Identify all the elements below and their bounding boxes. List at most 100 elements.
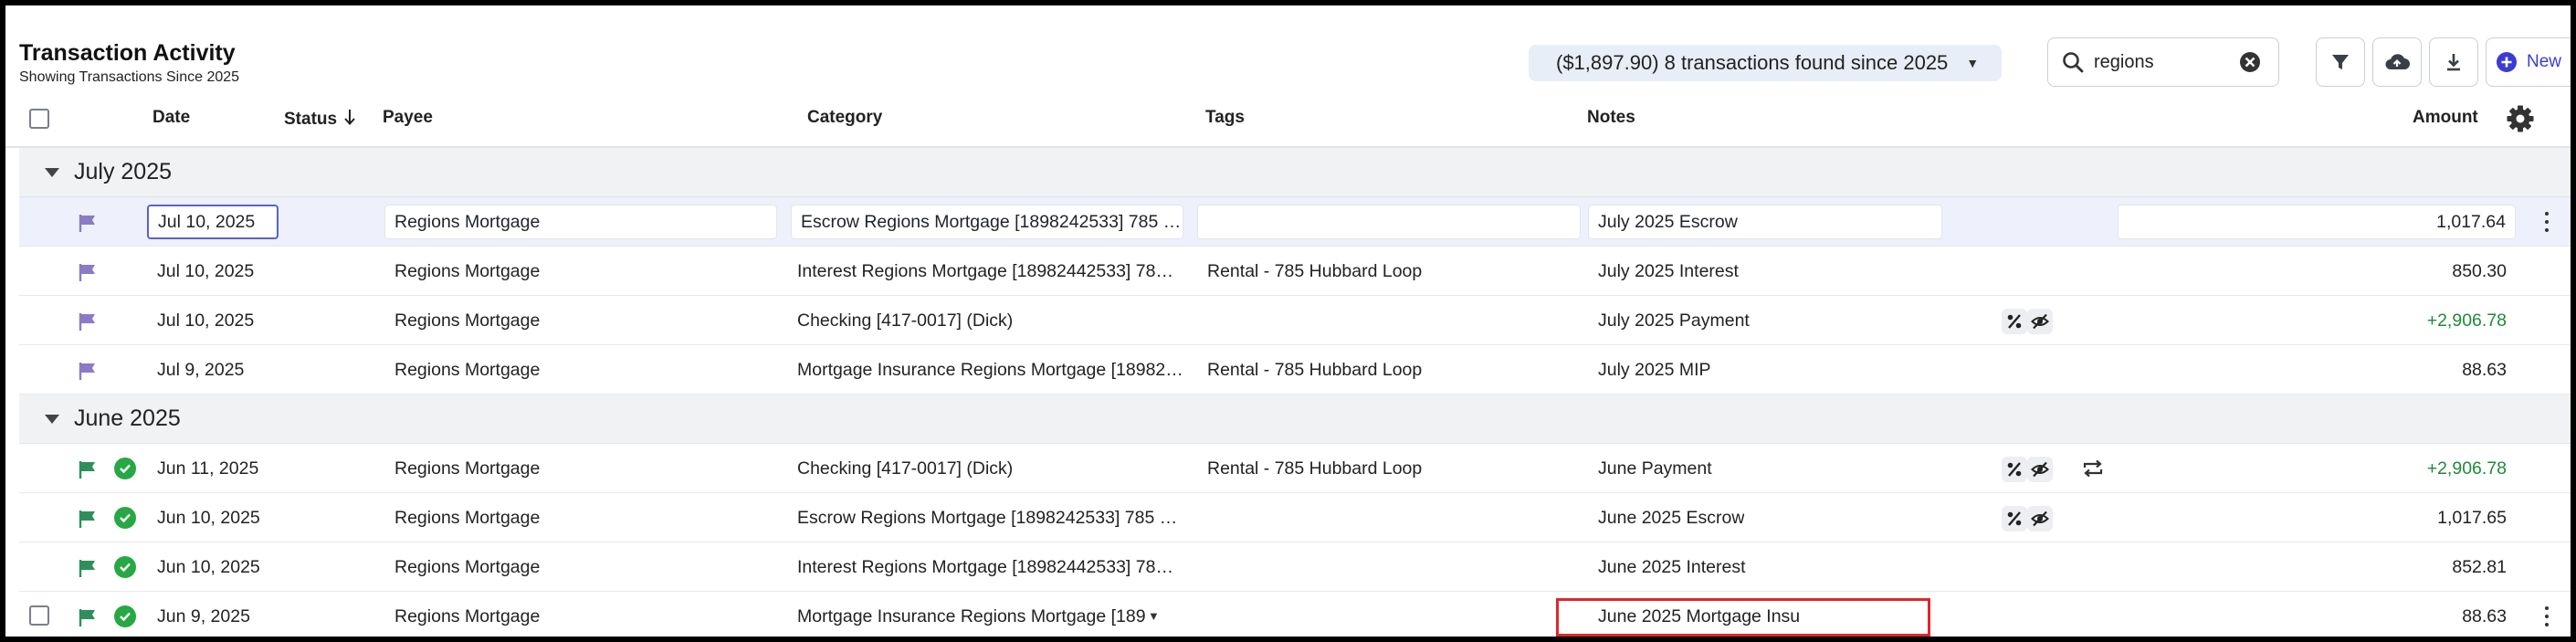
split-button[interactable] bbox=[2002, 506, 2027, 531]
table-row[interactable]: Jun 11, 2025 Regions Mortgage Checking [… bbox=[19, 444, 2571, 493]
table-row[interactable]: Jun 10, 2025 Regions Mortgage Escrow Reg… bbox=[19, 493, 2571, 542]
filter-icon bbox=[2332, 55, 2349, 69]
clear-search-icon[interactable] bbox=[2238, 50, 2262, 74]
upload-button[interactable] bbox=[2372, 37, 2422, 87]
column-header-category[interactable]: Category bbox=[807, 108, 882, 128]
payee-cell[interactable]: Regions Mortgage bbox=[394, 592, 540, 637]
table-row[interactable]: Jul 10, 2025 Regions Mortgage Checking [… bbox=[19, 296, 2571, 345]
filter-button[interactable] bbox=[2316, 37, 2365, 87]
flag-icon[interactable] bbox=[78, 459, 98, 479]
date-cell[interactable]: Jun 10, 2025 bbox=[157, 493, 260, 542]
payee-cell[interactable]: Regions Mortgage bbox=[394, 247, 540, 296]
category-cell[interactable]: Mortgage Insurance Regions Mortgage [189… bbox=[797, 345, 1181, 395]
amount-cell[interactable]: 1,017.65 bbox=[2211, 493, 2507, 542]
date-input[interactable]: Jul 10, 2025 bbox=[147, 205, 279, 239]
check-circle-icon[interactable] bbox=[114, 556, 136, 578]
notes-cell[interactable]: July 2025 Payment bbox=[1598, 296, 1750, 345]
table-row[interactable]: Jun 10, 2025 Regions Mortgage Interest R… bbox=[19, 542, 2571, 592]
split-button[interactable] bbox=[2002, 309, 2027, 334]
transaction-summary-dropdown[interactable]: ($1,897.90) 8 transactions found since 2… bbox=[1529, 45, 2002, 81]
hide-button[interactable] bbox=[2027, 457, 2053, 482]
category-cell[interactable]: Interest Regions Mortgage [18982442533] … bbox=[797, 542, 1181, 592]
notes-cell[interactable]: July 2025 MIP bbox=[1598, 345, 1711, 395]
category-dropdown-icon[interactable]: ▼ bbox=[1148, 609, 1160, 623]
column-header-payee[interactable]: Payee bbox=[383, 108, 433, 128]
table-row[interactable]: Jun 9, 2025 Regions Mortgage Mortgage In… bbox=[19, 592, 2571, 637]
payee-cell[interactable]: Regions Mortgage bbox=[394, 296, 540, 345]
notes-cell[interactable]: June Payment bbox=[1598, 444, 1712, 493]
split-button[interactable] bbox=[2002, 457, 2027, 482]
repeat-icon[interactable] bbox=[2081, 458, 2105, 479]
date-cell[interactable]: Jun 11, 2025 bbox=[157, 444, 258, 493]
column-header-notes[interactable]: Notes bbox=[1587, 108, 1635, 128]
column-header-amount[interactable]: Amount bbox=[2413, 108, 2478, 128]
category-cell[interactable]: Escrow Regions Mortgage [1898242533] 785… bbox=[797, 493, 1181, 542]
check-circle-icon[interactable] bbox=[114, 507, 136, 529]
category-cell[interactable]: Mortgage Insurance Regions Mortgage [189 bbox=[797, 592, 1155, 637]
flag-icon[interactable] bbox=[78, 558, 98, 578]
payee-cell[interactable]: Regions Mortgage bbox=[394, 345, 540, 395]
column-header-tags[interactable]: Tags bbox=[1205, 108, 1245, 128]
flag-icon[interactable] bbox=[78, 361, 98, 381]
flag-icon[interactable] bbox=[78, 509, 98, 529]
hide-button[interactable] bbox=[2027, 506, 2053, 531]
tags-cell[interactable]: Rental - 785 Hubbard Loop bbox=[1207, 444, 1422, 493]
tags-cell[interactable]: Rental - 785 Hubbard Loop bbox=[1207, 247, 1422, 296]
column-header-date[interactable]: Date bbox=[152, 108, 190, 128]
table-row[interactable]: Jul 10, 2025 Regions Mortgage Escrow Reg… bbox=[19, 197, 2571, 247]
tags-input[interactable] bbox=[1197, 205, 1581, 239]
payee-cell[interactable]: Regions Mortgage bbox=[394, 444, 540, 493]
caret-down-icon: ▼ bbox=[1966, 56, 1980, 70]
hide-button[interactable] bbox=[2027, 309, 2053, 334]
date-cell[interactable]: Jul 10, 2025 bbox=[157, 296, 254, 345]
date-cell[interactable]: Jul 9, 2025 bbox=[157, 345, 244, 395]
row-checkbox[interactable] bbox=[29, 605, 49, 626]
table-row[interactable]: Jul 9, 2025 Regions Mortgage Mortgage In… bbox=[19, 345, 2571, 395]
caret-down-icon bbox=[45, 168, 59, 177]
group-header-june-2025[interactable]: June 2025 bbox=[19, 395, 2571, 444]
date-cell[interactable]: Jun 9, 2025 bbox=[157, 592, 250, 637]
amount-cell[interactable]: 852.81 bbox=[2211, 542, 2507, 592]
category-cell[interactable]: Checking [417-0017] (Dick) bbox=[797, 444, 1181, 493]
flag-icon[interactable] bbox=[78, 607, 98, 627]
flag-icon[interactable] bbox=[78, 311, 98, 332]
column-header-status[interactable]: Status bbox=[284, 108, 356, 130]
notes-input[interactable]: July 2025 Escrow bbox=[1588, 205, 1942, 239]
search-icon bbox=[2063, 52, 2084, 73]
amount-cell[interactable]: 88.63 bbox=[2211, 592, 2507, 637]
percent-icon bbox=[2007, 511, 2022, 526]
caret-down-icon bbox=[45, 415, 59, 424]
check-circle-icon[interactable] bbox=[114, 605, 136, 627]
amount-cell[interactable]: +2,906.78 bbox=[2211, 296, 2507, 345]
amount-cell[interactable]: 88.63 bbox=[2211, 345, 2507, 395]
notes-cell[interactable]: July 2025 Interest bbox=[1598, 247, 1739, 296]
amount-cell[interactable]: 850.30 bbox=[2211, 247, 2507, 296]
category-input[interactable]: Escrow Regions Mortgage [1898242533] 785… bbox=[791, 205, 1183, 239]
new-transaction-button[interactable]: New bbox=[2486, 37, 2571, 87]
download-button[interactable] bbox=[2429, 37, 2478, 87]
category-cell[interactable]: Interest Regions Mortgage [18982442533] … bbox=[797, 247, 1181, 296]
notes-cell[interactable]: June 2025 Escrow bbox=[1598, 493, 1744, 542]
kebab-icon[interactable] bbox=[2536, 208, 2558, 236]
table-row[interactable]: Jul 10, 2025 Regions Mortgage Interest R… bbox=[19, 247, 2571, 296]
date-cell[interactable]: Jul 10, 2025 bbox=[157, 247, 254, 296]
group-header-july-2025[interactable]: July 2025 bbox=[19, 148, 2571, 197]
gear-icon[interactable] bbox=[2506, 104, 2535, 133]
payee-cell[interactable]: Regions Mortgage bbox=[394, 493, 540, 542]
payee-input[interactable]: Regions Mortgage bbox=[384, 205, 777, 239]
search-input[interactable] bbox=[2094, 51, 2231, 73]
flag-icon[interactable] bbox=[78, 262, 98, 282]
date-cell[interactable]: Jun 10, 2025 bbox=[157, 542, 260, 592]
select-all-checkbox[interactable] bbox=[29, 109, 49, 129]
cloud-upload-icon bbox=[2385, 54, 2410, 69]
payee-cell[interactable]: Regions Mortgage bbox=[394, 542, 540, 592]
tags-cell[interactable]: Rental - 785 Hubbard Loop bbox=[1207, 345, 1422, 395]
kebab-icon[interactable] bbox=[2536, 603, 2558, 630]
amount-input[interactable]: 1,017.64 bbox=[2118, 205, 2516, 239]
notes-cell[interactable]: June 2025 Interest bbox=[1598, 542, 1746, 592]
amount-cell[interactable]: +2,906.78 bbox=[2211, 444, 2507, 493]
search-box[interactable] bbox=[2047, 37, 2279, 87]
flag-icon[interactable] bbox=[78, 213, 98, 233]
check-circle-icon[interactable] bbox=[114, 458, 136, 479]
category-cell[interactable]: Checking [417-0017] (Dick) bbox=[797, 296, 1181, 345]
